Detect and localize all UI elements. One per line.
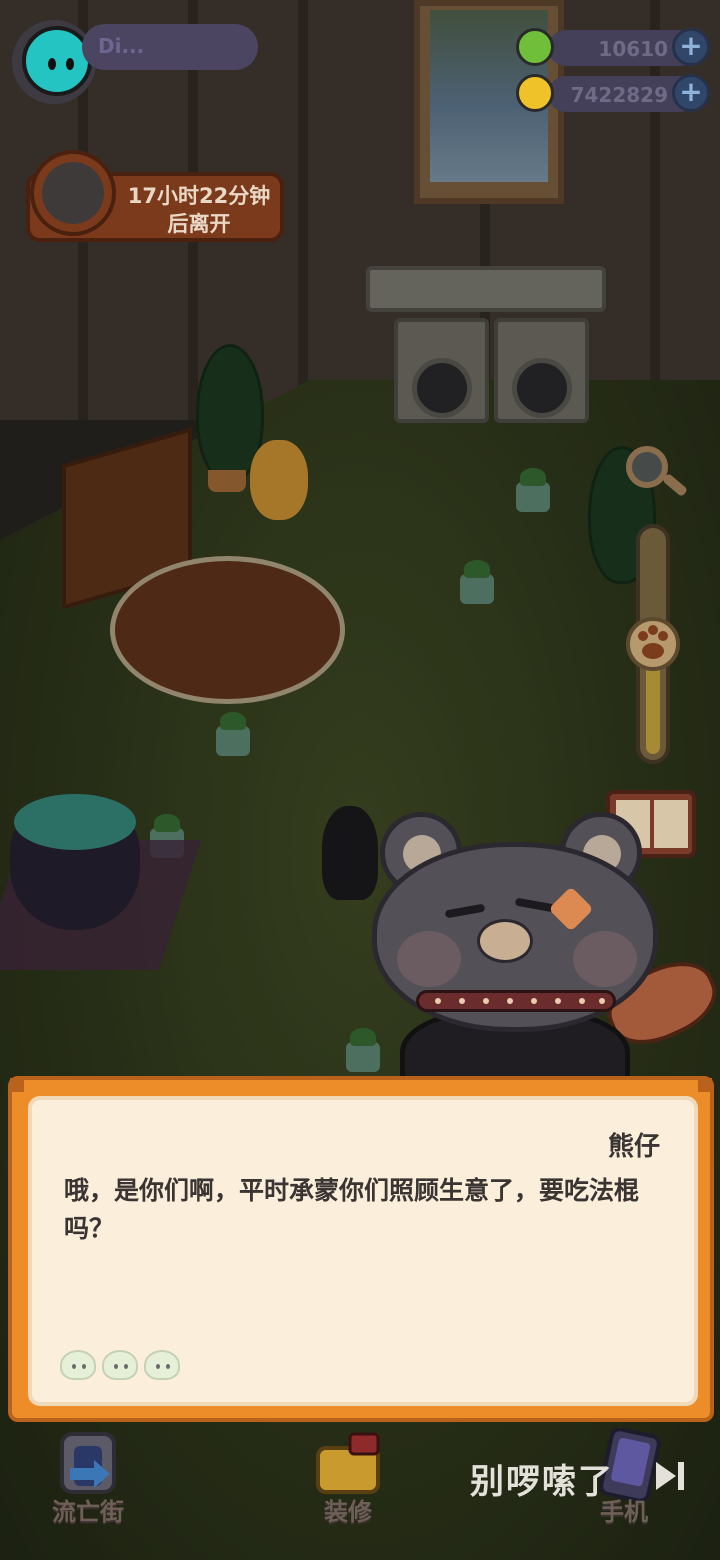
bun-icon: [60, 1350, 96, 1380]
visitor-portrait[interactable]: [30, 150, 116, 236]
orange-cat[interactable]: [250, 440, 308, 520]
visitor-timer-time: 17小时22分钟: [127, 184, 271, 208]
bandage-icon: [548, 886, 594, 932]
paw-slider-handle[interactable]: [626, 617, 680, 671]
skip-label: 别啰嗦了: [470, 1462, 614, 1502]
skip-dialog-button[interactable]: 别啰嗦了: [470, 1454, 690, 1502]
coin-count: 10610: [598, 37, 668, 61]
nav-exile-street-label: 流亡街: [52, 1498, 124, 1526]
visitor-timer-leave: 后离开: [167, 212, 231, 236]
bear-npc[interactable]: [370, 812, 660, 1118]
green-coin-icon: [516, 28, 554, 66]
search-icon[interactable]: [626, 446, 668, 488]
bear-rug[interactable]: [110, 556, 345, 704]
duck-currency-icon: [516, 74, 554, 112]
player-avatar[interactable]: [22, 26, 92, 96]
paw-icon: [638, 631, 648, 641]
add-coins-button[interactable]: +: [672, 28, 710, 66]
potted-plant[interactable]: [516, 468, 550, 512]
washing-machine[interactable]: [494, 318, 589, 423]
nav-exile-street[interactable]: 流亡街: [40, 1428, 136, 1526]
dialog-box[interactable]: 熊仔 哦，是你们啊，平时承蒙你们照顾生意了，要吃法棍吗？: [8, 1076, 714, 1422]
player-name: Di...: [98, 34, 145, 58]
spiked-collar: [416, 990, 616, 1012]
tree-pot: [208, 470, 246, 492]
potted-plant[interactable]: [460, 560, 494, 604]
bun-icon: [102, 1350, 138, 1380]
dialog-panel: 熊仔 哦，是你们啊，平时承蒙你们照顾生意了，要吃法棍吗？: [28, 1096, 698, 1406]
dialog-text: 哦，是你们啊，平时承蒙你们照顾生意了，要吃法棍吗？: [64, 1176, 640, 1243]
add-ducks-button[interactable]: +: [672, 74, 710, 112]
laundry-counter[interactable]: [366, 266, 606, 312]
bun-icon: [144, 1350, 180, 1380]
washing-machine[interactable]: [394, 318, 489, 423]
wall-beam: [298, 0, 308, 420]
nav-decorate[interactable]: 装修: [300, 1428, 396, 1526]
duck-count: 7422829: [570, 83, 668, 107]
skip-forward-icon: [656, 1462, 684, 1490]
potted-plant[interactable]: [216, 712, 250, 756]
speaker-name: 熊仔: [607, 1132, 660, 1162]
cauldron[interactable]: [10, 794, 140, 930]
nav-decorate-label: 装修: [324, 1498, 372, 1526]
